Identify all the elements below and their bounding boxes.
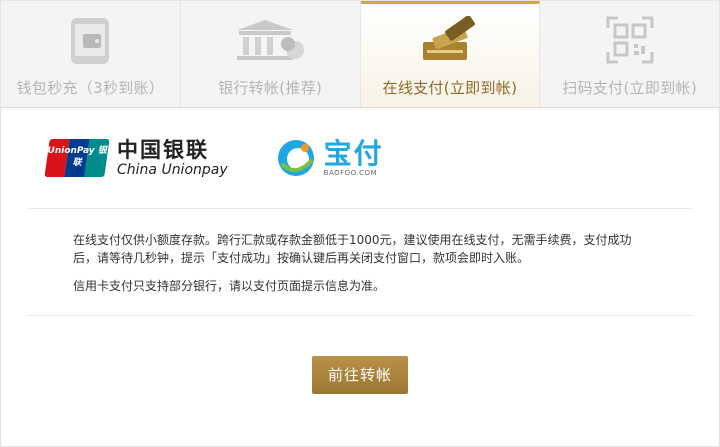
baofoo-name-cn: 宝付 (323, 137, 384, 170)
baofoo-mark-icon (277, 140, 314, 176)
payment-panel: 钱包秒充（3秒到账） 银行转帐(推荐) 在线支付(立即到帐) 扫码支付(立即到帐… (0, 0, 720, 447)
unionpay-logo: UnionPay 银联 中国银联 China Unionpay (44, 138, 228, 178)
bank-icon (235, 1, 305, 75)
qr-code-icon (606, 1, 654, 75)
payment-notice: 在线支付仅供小额度存款。跨行汇款或存款金额低于1000元，建议使用在线支付，无需… (27, 209, 693, 316)
notice-line: 在线支付仅供小额度存款。跨行汇款或存款金额低于1000元，建议使用在线支付，无需… (73, 233, 632, 265)
tab-online-payment[interactable]: 在线支付(立即到帐) (360, 1, 541, 107)
wallet-phone-icon (69, 1, 111, 75)
card-payment-icon (419, 4, 481, 75)
tab-label: 钱包秒充（3秒到账） (16, 79, 165, 97)
baofoo-logo: 宝付 BAOFOO.COM (276, 138, 384, 178)
tab-label: 银行转帐(推荐) (218, 79, 323, 97)
unionpay-name-en: China Unionpay (117, 162, 228, 178)
payment-tabs: 钱包秒充（3秒到账） 银行转帐(推荐) 在线支付(立即到帐) 扫码支付(立即到帐… (1, 1, 719, 108)
tab-label: 扫码支付(立即到帐) (562, 79, 697, 97)
unionpay-card-icon: UnionPay 银联 (44, 139, 110, 177)
baofoo-name-en: BAOFOO.COM (323, 169, 378, 177)
notice-line: 信用卡支付只支持部分银行，请以支付页面提示信息为准。 (73, 279, 386, 293)
tab-wallet[interactable]: 钱包秒充（3秒到账） (1, 1, 181, 107)
go-transfer-button[interactable]: 前往转帐 (312, 356, 408, 394)
tab-qr-payment[interactable]: 扫码支付(立即到帐) (540, 1, 719, 107)
tab-label: 在线支付(立即到帐) (382, 79, 518, 97)
unionpay-name-cn: 中国银联 (117, 138, 209, 162)
payment-provider-logos: UnionPay 银联 中国银联 China Unionpay 宝付 BAOFO… (27, 108, 693, 209)
unionpay-card-text: UnionPay 银联 (47, 146, 107, 168)
tab-bank-transfer[interactable]: 银行转帐(推荐) (181, 1, 361, 107)
